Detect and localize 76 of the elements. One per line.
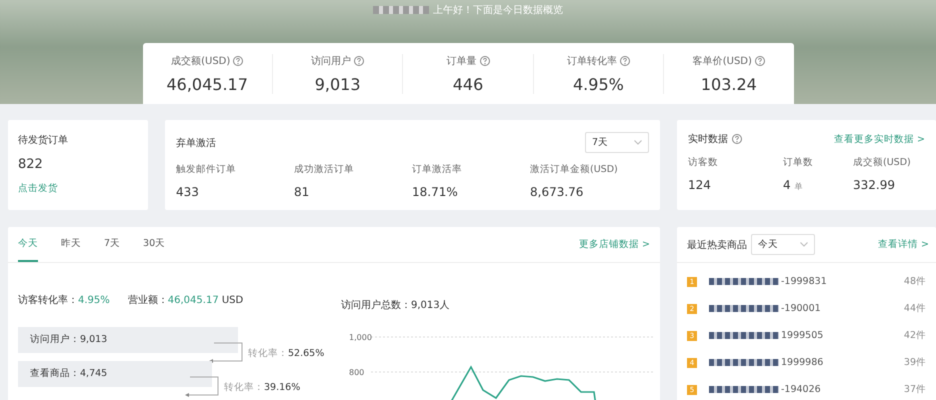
metric-value: 4 <box>783 178 791 192</box>
metric-value: 332.99 <box>853 178 895 192</box>
view-details-link[interactable]: 查看详情 > <box>878 238 929 251</box>
stat-value: 4.95% <box>573 74 624 94</box>
conversion-summary: 访客转化率：4.95% <box>18 294 110 307</box>
blurred-product-name <box>709 359 779 366</box>
metric-label: 订单数 <box>783 156 814 169</box>
sales-count: 39件 <box>904 356 926 369</box>
card-title: 待发货订单 <box>18 134 69 147</box>
stat-label: 访问用户 <box>311 54 352 68</box>
axis-tick-label: 800 <box>349 368 364 377</box>
sales-count: 42件 <box>904 329 926 342</box>
sales-count: 44件 <box>904 302 926 315</box>
metric-label: 成交额(USD) <box>853 156 912 169</box>
pending-count: 822 <box>18 157 44 172</box>
blurred-product-name <box>709 386 779 393</box>
metric-label: 成功激活订单 <box>294 163 355 176</box>
connector-arrow-drawing <box>208 342 244 364</box>
metric-value: 433 <box>176 185 200 199</box>
card-title: 最近热卖商品 <box>687 238 747 252</box>
metric-value: 124 <box>688 178 711 192</box>
period-tab[interactable]: 今天 <box>18 227 38 262</box>
pixelated-name-placeholder <box>373 6 429 14</box>
sales-count: 37件 <box>904 383 926 396</box>
metric-label: 触发邮件订单 <box>176 163 237 176</box>
period-tab[interactable]: 30天 <box>143 227 178 262</box>
more-store-data-link[interactable]: 更多店铺数据 > <box>579 238 650 251</box>
conversion-rate: 转化率：52.65% <box>248 346 324 360</box>
funnel-bar: 访问用户：9,013 <box>18 327 238 353</box>
axis-tick-label: 1,000 <box>349 333 372 342</box>
product-name[interactable]: -1999831 <box>781 276 904 287</box>
metric-label: 订单激活率 <box>412 163 463 176</box>
ship-link[interactable]: 点击发货 <box>18 182 138 195</box>
stat-value: 9,013 <box>314 74 361 94</box>
help-icon[interactable] <box>754 56 765 66</box>
metric-value: 8,673.76 <box>530 185 584 199</box>
period-dropdown[interactable]: 7天 <box>585 132 649 153</box>
product-name[interactable]: -194026 <box>781 384 904 395</box>
stat-label: 订单量 <box>446 54 477 68</box>
stat-value: 446 <box>452 74 484 94</box>
metric-label: 激活订单金额(USD) <box>530 163 619 176</box>
revenue-summary: 营业额：46,045.17 USD <box>128 294 244 307</box>
visitor-total: 访问用户总数：9,013人 <box>341 300 450 311</box>
stat-label: 客单价(USD) <box>692 54 752 68</box>
help-icon[interactable] <box>732 134 742 144</box>
chevron-down-icon <box>634 140 642 145</box>
period-tab[interactable]: 7天 <box>104 227 134 262</box>
help-icon[interactable] <box>354 56 364 66</box>
sales-count: 48件 <box>904 275 926 288</box>
card-title: 实时数据 <box>688 132 728 146</box>
chevron-down-icon <box>800 242 808 247</box>
funnel-bar: 查看商品：4,745 <box>18 361 212 387</box>
period-tab[interactable]: 昨天 <box>61 227 94 262</box>
conversion-rate: 转化率：39.16% <box>224 380 300 394</box>
product-name[interactable]: 1999986 <box>781 357 904 368</box>
metric-value: 81 <box>294 185 310 199</box>
metric-value: 18.71% <box>412 185 459 199</box>
card-title: 弃单激活 <box>176 136 216 150</box>
metric-label: 访客数 <box>688 156 719 169</box>
product-name[interactable]: -190001 <box>781 303 904 314</box>
stat-label: 成交额(USD) <box>171 54 230 68</box>
blurred-product-name <box>709 305 779 312</box>
help-icon[interactable] <box>233 56 244 66</box>
stat-label: 订单转化率 <box>566 54 617 68</box>
greeting-text: 上午好！下面是今日数据概览 <box>433 4 563 17</box>
help-icon[interactable] <box>480 56 490 66</box>
connector-arrow-drawing <box>184 376 220 398</box>
more-realtime-link[interactable]: 查看更多实时数据 > <box>834 132 925 146</box>
period-dropdown[interactable]: 今天 <box>751 234 815 255</box>
unit-label: 单 <box>794 181 803 192</box>
product-name[interactable]: 1999505 <box>781 330 904 341</box>
blurred-product-name <box>709 278 779 285</box>
stat-value: 46,045.17 <box>166 74 248 94</box>
help-icon[interactable] <box>620 56 630 66</box>
stat-value: 103.24 <box>700 74 757 94</box>
blurred-product-name <box>709 332 779 339</box>
